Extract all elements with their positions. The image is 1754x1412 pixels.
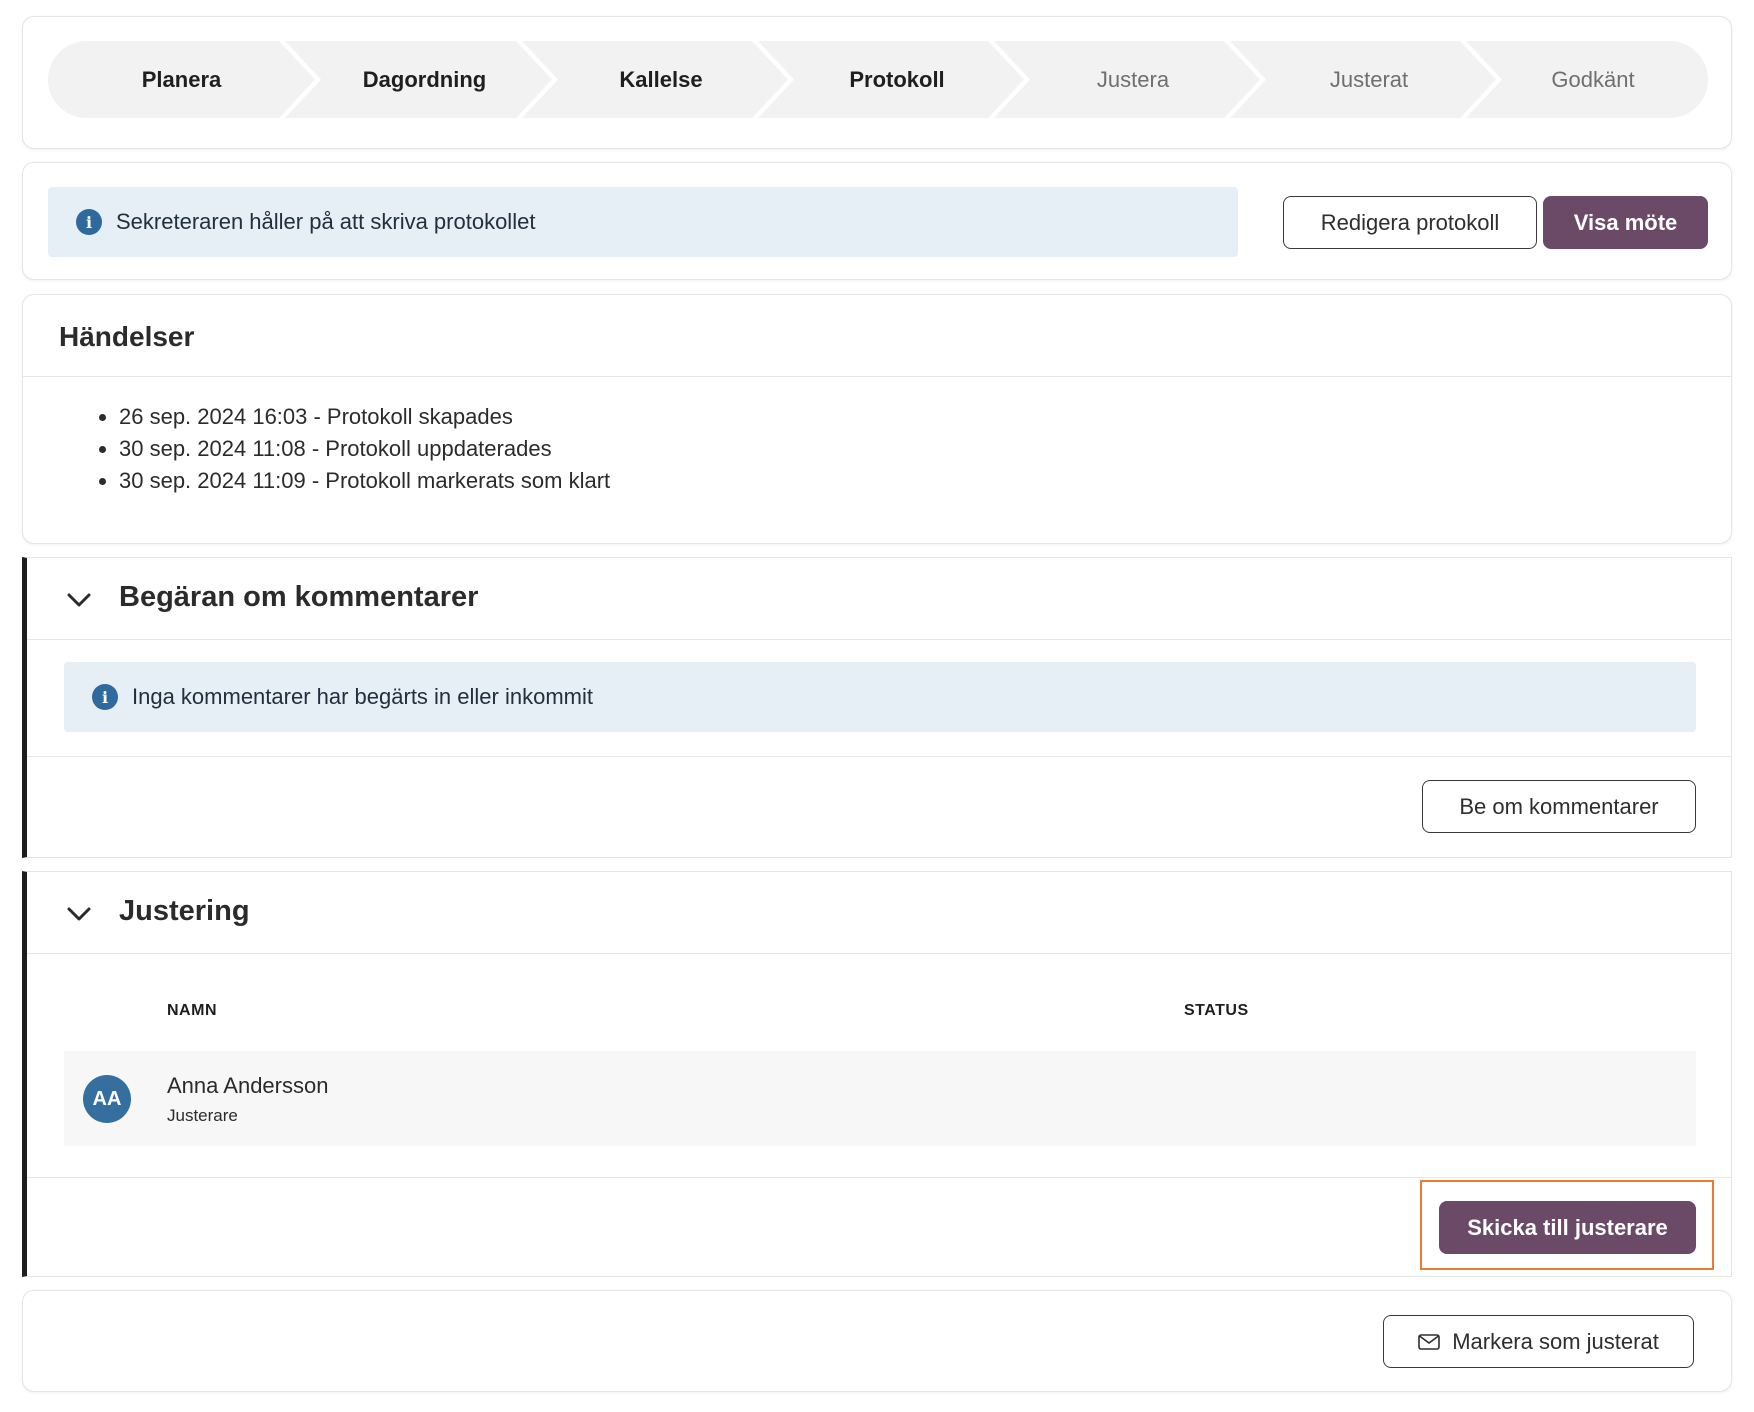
chevron-down-icon bbox=[67, 907, 91, 921]
avatar: AA bbox=[83, 1075, 131, 1123]
step-planera[interactable]: Planera bbox=[48, 41, 315, 118]
column-header-name: NAMN bbox=[167, 1002, 217, 1019]
events-list: 26 sep. 2024 16:03 - Protokoll skapades … bbox=[119, 401, 610, 497]
progress-stepper: Planera Dagordning Kallelse Protokoll Ju… bbox=[48, 41, 1708, 118]
view-meeting-button[interactable]: Visa möte bbox=[1543, 196, 1708, 249]
comments-section-title: Begäran om kommentarer bbox=[119, 581, 479, 613]
edit-protocol-button[interactable]: Redigera protokoll bbox=[1283, 196, 1537, 249]
event-item: 26 sep. 2024 16:03 - Protokoll skapades bbox=[119, 401, 610, 433]
mail-icon bbox=[1418, 1333, 1440, 1350]
status-message: Sekreteraren håller på att skriva protok… bbox=[116, 209, 536, 234]
events-card: Händelser 26 sep. 2024 16:03 - Protokoll… bbox=[22, 294, 1732, 544]
step-dagordning[interactable]: Dagordning bbox=[285, 41, 552, 118]
events-header: Händelser bbox=[23, 295, 1731, 377]
adjustment-section-toggle[interactable]: Justering bbox=[27, 872, 1731, 954]
mark-as-adjusted-label: Markera som justerat bbox=[1452, 1328, 1659, 1354]
progress-stepper-card: Planera Dagordning Kallelse Protokoll Ju… bbox=[22, 16, 1732, 149]
info-icon: i bbox=[76, 209, 102, 235]
divider bbox=[27, 1177, 1731, 1178]
adjustment-section: Justering NAMN STATUS AA Anna Andersson … bbox=[22, 871, 1732, 1277]
status-card: i Sekreteraren håller på att skriva prot… bbox=[22, 162, 1732, 280]
comments-section-toggle[interactable]: Begäran om kommentarer bbox=[27, 558, 1731, 640]
divider bbox=[27, 756, 1731, 757]
comments-section: Begäran om kommentarer i Inga kommentare… bbox=[22, 557, 1732, 858]
step-justera[interactable]: Justera bbox=[994, 41, 1260, 118]
step-kallelse[interactable]: Kallelse bbox=[522, 41, 788, 118]
events-title: Händelser bbox=[59, 321, 195, 352]
column-header-status: STATUS bbox=[1184, 1002, 1249, 1019]
request-comments-button[interactable]: Be om kommentarer bbox=[1422, 780, 1696, 833]
comments-info-message: Inga kommentarer har begärts in eller in… bbox=[132, 684, 593, 709]
adjuster-role: Justerare bbox=[167, 1106, 238, 1125]
adjuster-name: Anna Andersson bbox=[167, 1073, 329, 1098]
event-item: 30 sep. 2024 11:08 - Protokoll uppdatera… bbox=[119, 433, 610, 465]
step-godkant[interactable]: Godkänt bbox=[1466, 41, 1708, 118]
step-justerat[interactable]: Justerat bbox=[1230, 41, 1496, 118]
step-protokoll[interactable]: Protokoll bbox=[758, 41, 1024, 118]
comments-info-box: i Inga kommentarer har begärts in eller … bbox=[64, 662, 1696, 732]
info-icon: i bbox=[92, 684, 118, 710]
final-card: Markera som justerat bbox=[22, 1290, 1732, 1392]
mark-as-adjusted-button[interactable]: Markera som justerat bbox=[1383, 1315, 1694, 1368]
adjustment-section-title: Justering bbox=[119, 895, 250, 927]
send-to-adjuster-button[interactable]: Skicka till justerare bbox=[1439, 1201, 1696, 1254]
chevron-down-icon bbox=[67, 593, 91, 607]
event-item: 30 sep. 2024 11:09 - Protokoll markerats… bbox=[119, 465, 610, 497]
status-info-box: i Sekreteraren håller på att skriva prot… bbox=[48, 187, 1238, 257]
table-row: AA Anna Andersson Justerare bbox=[64, 1051, 1696, 1146]
